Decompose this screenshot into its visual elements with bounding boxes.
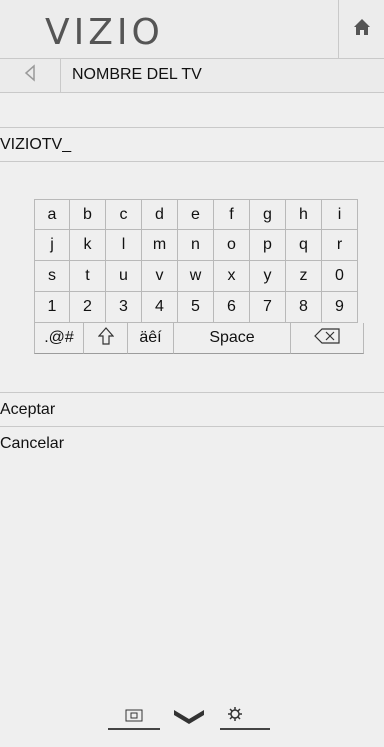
cancel-label: Cancelar [0,435,65,452]
backspace-key[interactable] [291,323,364,354]
symbols-key[interactable]: .@# [34,323,84,354]
accents-key[interactable]: äêí [128,323,174,354]
key-c[interactable]: c [106,199,142,230]
key-p[interactable]: p [250,230,286,261]
key-8[interactable]: 8 [286,292,322,323]
key-k[interactable]: k [70,230,106,261]
key-i[interactable]: i [322,199,358,230]
page-title: NOMBRE DEL TV [72,66,202,83]
key-z[interactable]: z [286,261,322,292]
space-key[interactable]: Space [174,323,291,354]
spacer-row [0,93,384,128]
accept-button[interactable]: Aceptar [0,392,384,425]
key-0[interactable]: 0 [322,261,358,292]
key-7[interactable]: 7 [250,292,286,323]
key-h[interactable]: h [286,199,322,230]
accept-label: Aceptar [0,401,56,418]
back-button[interactable] [0,59,61,92]
key-b[interactable]: b [70,199,106,230]
vizio-v-icon[interactable] [174,710,204,724]
settings-panel: VIZIO NOMBRE DEL TV VIZIOTV_ a b c d e f… [0,0,384,747]
keyboard-row: j k l m n o p q r [34,230,364,261]
bottom-bar [108,702,270,732]
key-l[interactable]: l [106,230,142,261]
key-w[interactable]: w [178,261,214,292]
shift-icon [97,326,114,350]
keyboard-row-special: .@# äêí Space [34,323,364,354]
home-button[interactable] [338,0,384,58]
key-o[interactable]: o [214,230,250,261]
home-icon [352,17,372,42]
key-9[interactable]: 9 [322,292,358,323]
cancel-button[interactable]: Cancelar [0,426,384,459]
input-icon[interactable] [108,709,160,730]
key-r[interactable]: r [322,230,358,261]
key-t[interactable]: t [70,261,106,292]
key-g[interactable]: g [250,199,286,230]
key-2[interactable]: 2 [70,292,106,323]
vizio-logo: VIZIO [45,12,164,53]
tv-name-value: VIZIOTV_ [0,136,72,153]
key-4[interactable]: 4 [142,292,178,323]
key-f[interactable]: f [214,199,250,230]
key-j[interactable]: j [34,230,70,261]
tv-name-input[interactable]: VIZIOTV_ [0,128,384,162]
key-y[interactable]: y [250,261,286,292]
shift-key[interactable] [84,323,128,354]
key-n[interactable]: n [178,230,214,261]
backspace-icon [314,327,340,349]
settings-gear-icon[interactable] [220,707,270,730]
key-6[interactable]: 6 [214,292,250,323]
key-3[interactable]: 3 [106,292,142,323]
keyboard-row: a b c d e f g h i [34,199,364,230]
key-1[interactable]: 1 [34,292,70,323]
key-u[interactable]: u [106,261,142,292]
key-e[interactable]: e [178,199,214,230]
on-screen-keyboard: a b c d e f g h i j k l m n o p q r s t … [34,199,364,354]
keyboard-row: s t u v w x y z 0 [34,261,364,292]
key-v[interactable]: v [142,261,178,292]
title-row: NOMBRE DEL TV [0,59,384,93]
key-a[interactable]: a [34,199,70,230]
key-d[interactable]: d [142,199,178,230]
key-q[interactable]: q [286,230,322,261]
keyboard-row: 1 2 3 4 5 6 7 8 9 [34,292,364,323]
key-x[interactable]: x [214,261,250,292]
key-s[interactable]: s [34,261,70,292]
key-5[interactable]: 5 [178,292,214,323]
back-arrow-icon [23,64,37,87]
key-m[interactable]: m [142,230,178,261]
header: VIZIO [0,0,384,59]
